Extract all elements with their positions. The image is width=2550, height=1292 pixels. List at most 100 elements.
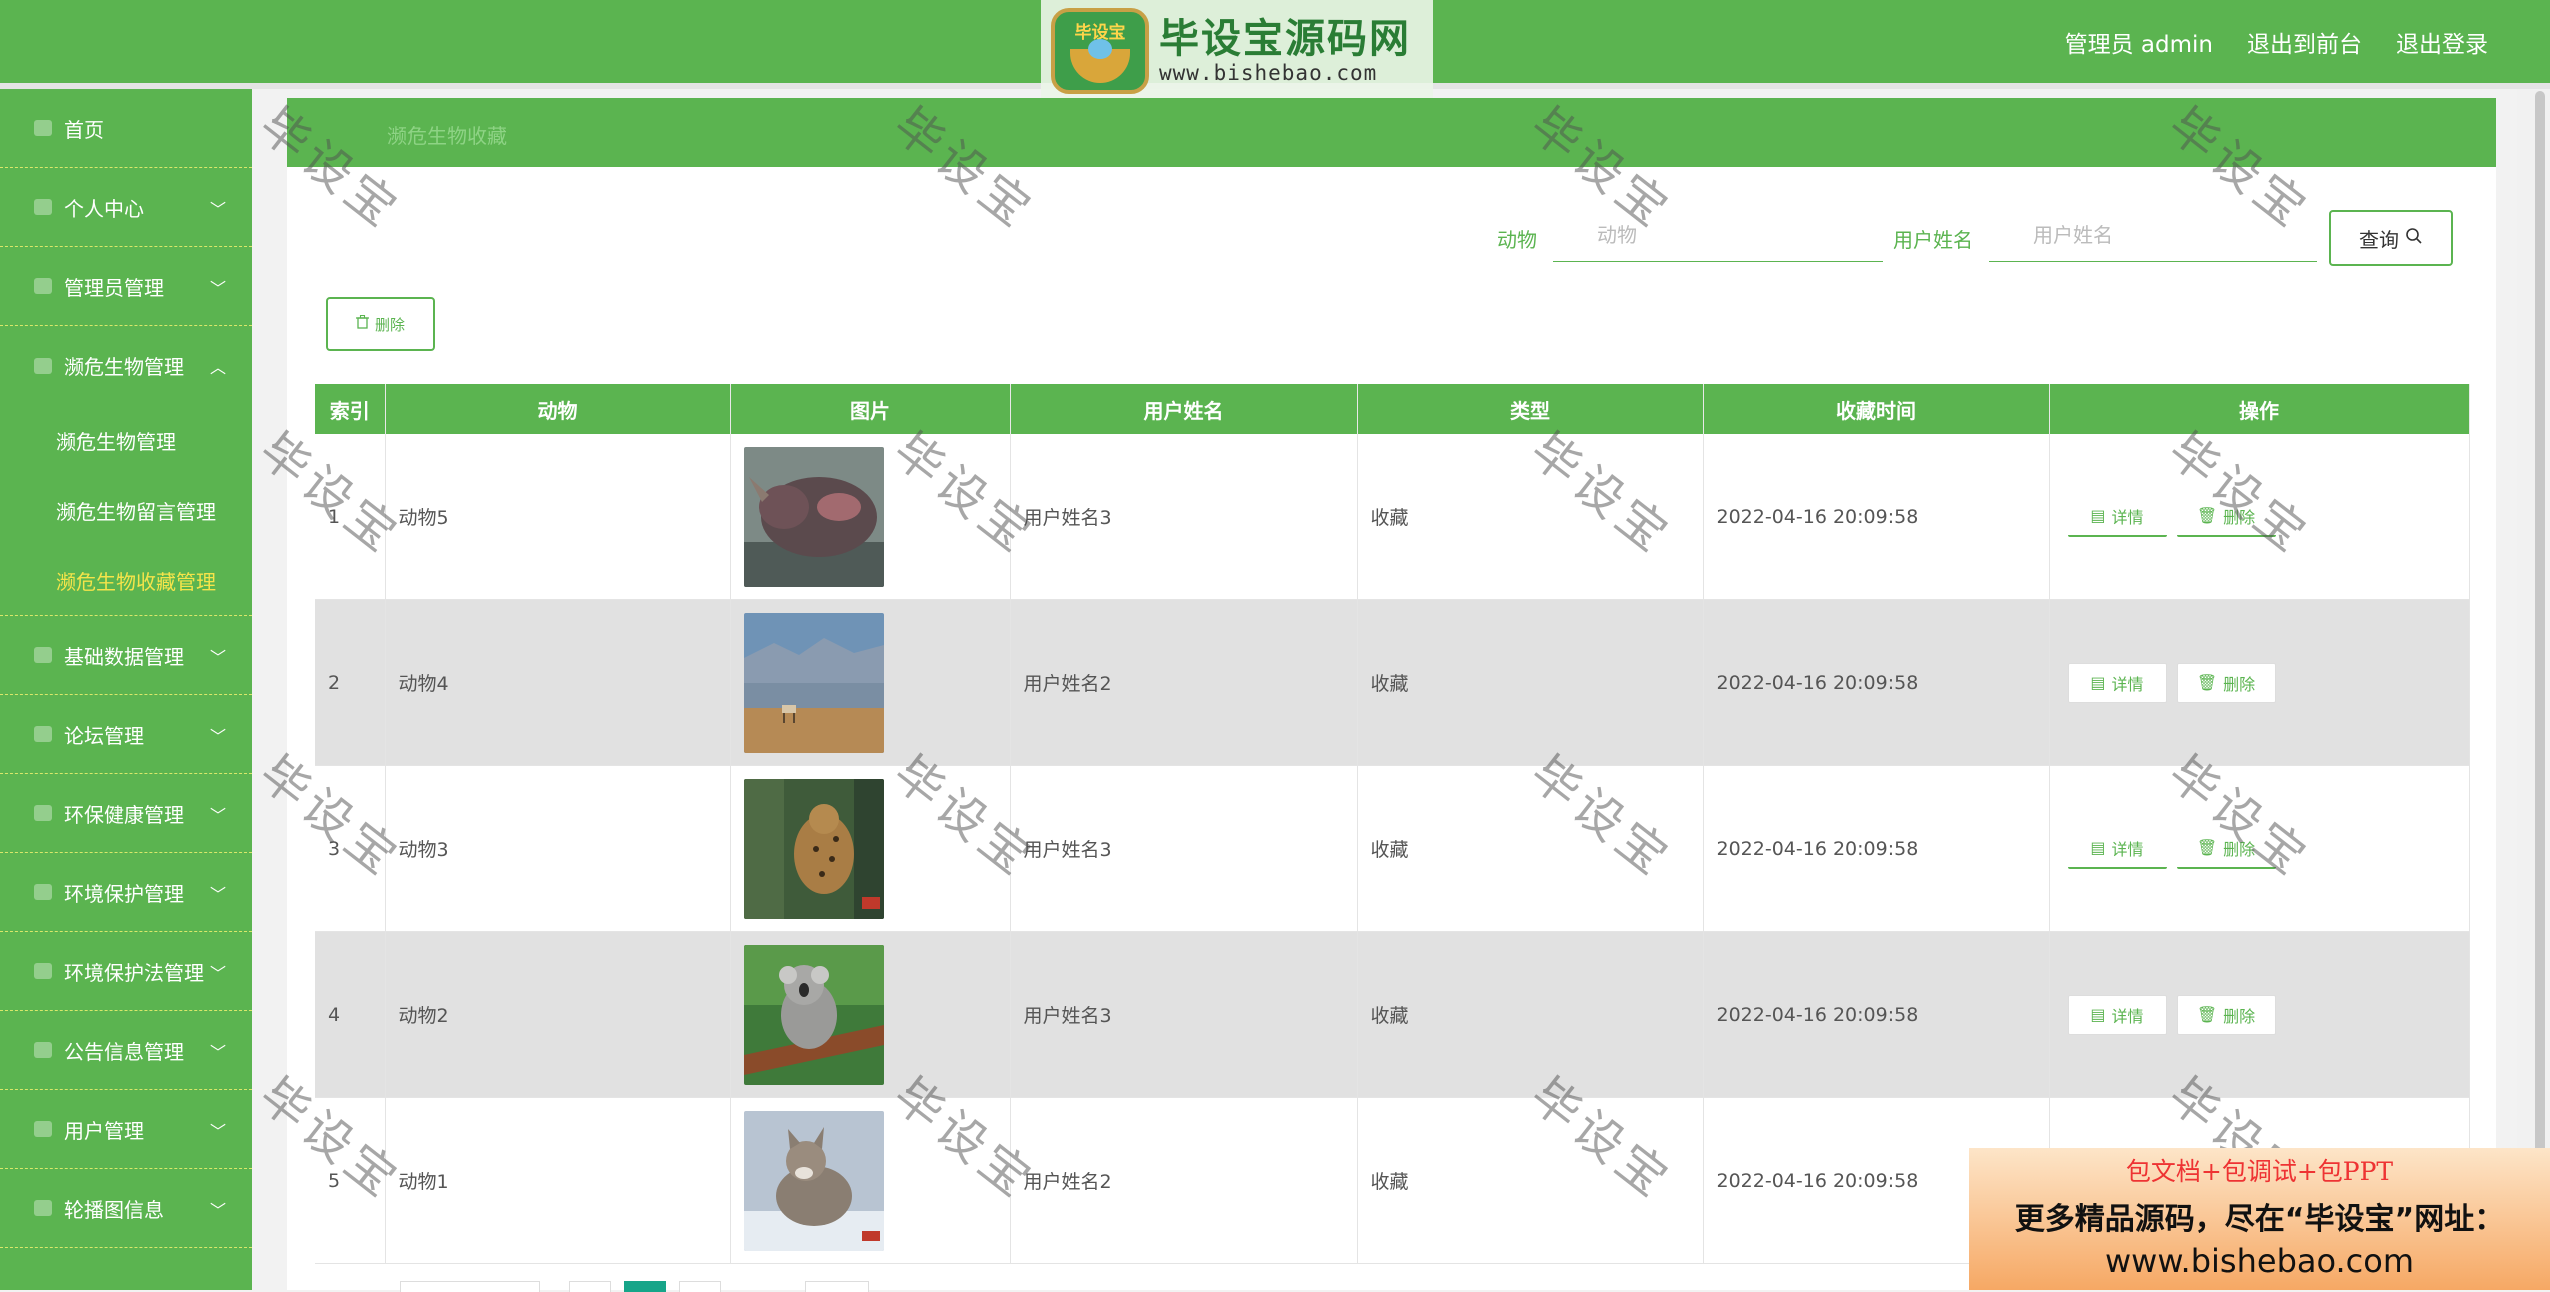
detail-button[interactable]: ▤ 详情	[2067, 496, 2167, 537]
cell-time: 2022-04-16 20:09:58	[1703, 599, 2050, 766]
database-icon	[34, 647, 52, 663]
cell-index: 5	[315, 1097, 386, 1264]
delete-label: 删除	[2223, 674, 2256, 694]
chevron-down-icon: ﹀	[209, 1043, 226, 1062]
detail-label: 详情	[2111, 507, 2144, 527]
submenu-endangered[interactable]: 濒危生物管理	[0, 405, 252, 475]
detail-label: 详情	[2111, 839, 2144, 859]
cell-index: 2	[315, 599, 386, 766]
trash-icon: 🗑	[2196, 838, 2218, 857]
sidebar-item-label: 个人中心	[64, 196, 144, 221]
sidebar-item-users[interactable]: 用户管理 ﹀	[0, 1090, 252, 1169]
main-content: 濒危生物收藏 动物 用户姓名 查询 删除 索引 动物 图片 用户姓名 类型 收藏…	[287, 98, 2496, 1292]
logout-link[interactable]: 退出登录	[2396, 25, 2488, 59]
cell-image	[730, 599, 1011, 766]
user-search-input[interactable]	[1989, 208, 2317, 262]
cell-animal: 动物4	[385, 599, 731, 766]
chevron-down-icon: ﹀	[209, 1122, 226, 1141]
forum-icon	[34, 726, 52, 742]
animal-thumbnail[interactable]	[743, 446, 884, 587]
chevron-up-icon: ︿	[209, 358, 226, 377]
pagination-prev[interactable]	[569, 1281, 611, 1292]
animal-thumbnail[interactable]	[743, 944, 884, 1085]
document-icon: ▤	[2090, 1005, 2106, 1024]
animal-thumbnail[interactable]	[743, 612, 884, 753]
delete-button[interactable]: 🗑 删除	[2176, 994, 2276, 1035]
delete-button[interactable]: 🗑 删除	[2176, 828, 2276, 869]
trash-icon: 🗑	[2196, 506, 2218, 525]
document-icon: ▤	[2090, 838, 2106, 857]
scrollbar-thumb[interactable]	[2535, 91, 2545, 1241]
sidebar-item-env-law[interactable]: 环境保护法管理 ﹀	[0, 932, 252, 1011]
cell-type: 收藏	[1357, 931, 1704, 1098]
sidebar-item-label: 濒危生物管理	[64, 355, 184, 379]
animal-search-input[interactable]	[1553, 208, 1883, 262]
sidebar-item-notice[interactable]: 公告信息管理 ﹀	[0, 1011, 252, 1090]
batch-delete-button[interactable]: 删除	[326, 297, 435, 351]
sidebar-item-forum[interactable]: 论坛管理 ﹀	[0, 695, 252, 774]
cell-user: 用户姓名3	[1010, 434, 1358, 600]
pagination-jump-input[interactable]	[805, 1281, 869, 1292]
col-header-type: 类型	[1357, 384, 1704, 434]
users-icon	[34, 1121, 52, 1137]
cell-time: 2022-04-16 20:09:58	[1703, 765, 2050, 932]
cell-index: 3	[315, 765, 386, 932]
cell-actions: ▤ 详情 🗑 删除	[2049, 931, 2470, 1098]
detail-button[interactable]: ▤ 详情	[2067, 994, 2167, 1035]
cell-image	[730, 765, 1011, 932]
cell-animal: 动物5	[385, 434, 731, 600]
breadcrumb-bar: 濒危生物收藏	[287, 98, 2496, 167]
animal-thumbnail[interactable]	[743, 778, 884, 919]
sidebar-item-personal[interactable]: 个人中心 ﹀	[0, 168, 252, 247]
chevron-down-icon: ﹀	[209, 806, 226, 825]
batch-delete-label: 删除	[374, 315, 405, 334]
submenu-comments[interactable]: 濒危生物留言管理	[0, 475, 252, 545]
back-to-front-link[interactable]: 退出到前台	[2247, 25, 2362, 59]
table-row: 1 动物5 用户姓名3 收藏 2022-04-16 20:09:58 ▤ 详情 …	[315, 434, 2470, 600]
page-scrollbar[interactable]	[2517, 89, 2550, 1290]
submenu-favorites[interactable]: 濒危生物收藏管理	[0, 545, 252, 615]
pagination-next[interactable]	[679, 1281, 721, 1292]
animal-search-label: 动物	[1497, 228, 1537, 252]
chevron-down-icon: ﹀	[209, 279, 226, 298]
pagination-page-current[interactable]	[624, 1281, 666, 1292]
promo-banner[interactable]: 包文档+包调试+包PPT 更多精品源码，尽在“毕设宝”网址： www.bishe…	[1969, 1148, 2550, 1290]
promo-line-2: 更多精品源码，尽在“毕设宝”网址：	[2014, 1202, 2505, 1237]
promo-line-3: www.bishebao.com	[2104, 1242, 2415, 1280]
detail-button[interactable]: ▤ 详情	[2067, 662, 2167, 703]
health-icon	[34, 805, 52, 821]
cell-user: 用户姓名3	[1010, 765, 1358, 932]
sidebar-item-admin-mgmt[interactable]: 管理员管理 ﹀	[0, 247, 252, 326]
cell-animal: 动物2	[385, 931, 731, 1098]
chevron-down-icon: ﹀	[209, 200, 226, 219]
sidebar-item-base-data[interactable]: 基础数据管理 ﹀	[0, 616, 252, 695]
carousel-icon	[34, 1200, 52, 1216]
sidebar-menu: 首页 个人中心 ﹀ 管理员管理 ﹀ 濒危生物管理 ︿ 濒危生物管理 濒危生物留言…	[0, 89, 252, 1290]
sidebar-item-label: 环境保护管理	[64, 881, 184, 906]
sidebar-item-home[interactable]: 首页	[0, 89, 252, 168]
law-icon	[34, 963, 52, 979]
table-header-row: 索引 动物 图片 用户姓名 类型 收藏时间 操作	[315, 384, 2470, 434]
cell-user: 用户姓名2	[1010, 1097, 1358, 1264]
delete-label: 删除	[2223, 1006, 2256, 1026]
detail-button[interactable]: ▤ 详情	[2067, 828, 2167, 869]
table-row: 2 动物4 用户姓名2 收藏 2022-04-16 20:09:58 ▤ 详情 …	[315, 599, 2470, 766]
sidebar-item-env-health[interactable]: 环保健康管理 ﹀	[0, 774, 252, 853]
admin-icon	[34, 278, 52, 294]
col-header-time: 收藏时间	[1703, 384, 2050, 434]
animal-thumbnail[interactable]	[743, 1110, 884, 1251]
species-icon	[34, 357, 52, 374]
cell-image	[730, 434, 1011, 600]
query-button[interactable]: 查询	[2329, 210, 2453, 266]
pagination-size-select[interactable]	[400, 1281, 540, 1292]
table-row: 4 动物2 用户姓名3 收藏 2022-04-16 20:09:58 ▤ 详情 …	[315, 931, 2470, 1098]
sidebar-item-env-protect[interactable]: 环境保护管理 ﹀	[0, 853, 252, 932]
delete-button[interactable]: 🗑 删除	[2176, 662, 2276, 703]
delete-button[interactable]: 🗑 删除	[2176, 496, 2276, 537]
admin-user-label: 管理员 admin	[2064, 31, 2213, 58]
logo-badge-icon: 毕设宝	[1051, 7, 1149, 94]
sidebar-item-label: 用户管理	[64, 1118, 144, 1143]
sidebar-item-endangered-mgmt[interactable]: 濒危生物管理 ︿	[0, 326, 252, 405]
cell-animal: 动物1	[385, 1097, 731, 1264]
sidebar-item-carousel[interactable]: 轮播图信息 ﹀	[0, 1169, 252, 1248]
